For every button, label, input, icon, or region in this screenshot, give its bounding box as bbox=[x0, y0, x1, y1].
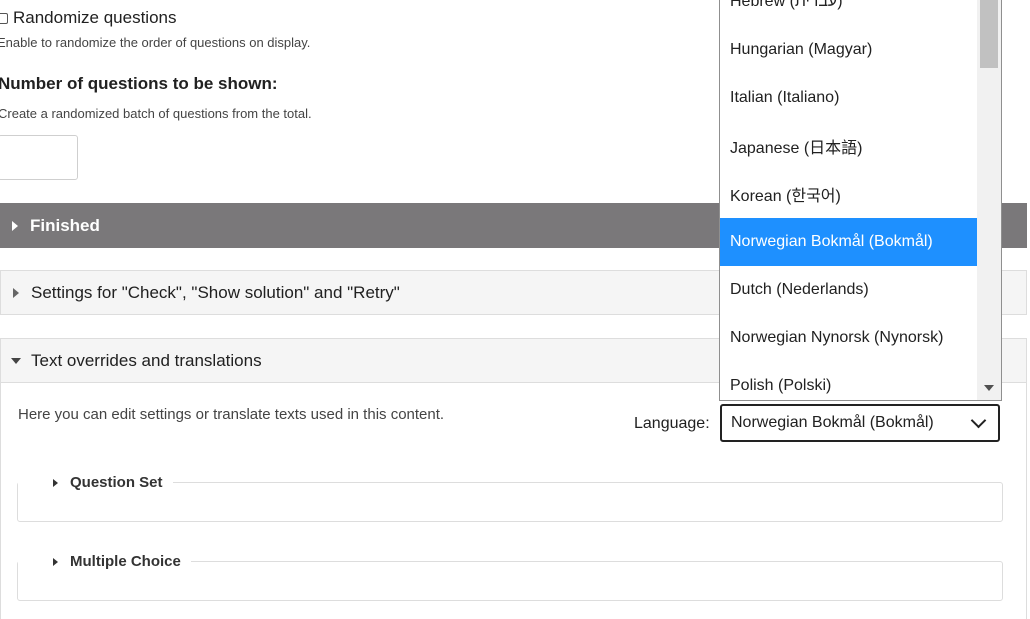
group-check-settings-label: Settings for "Check", "Show solution" an… bbox=[31, 282, 400, 302]
randomize-label: Randomize questions bbox=[13, 8, 177, 27]
subgroup-question-set-legend[interactable]: Question Set bbox=[18, 474, 173, 491]
randomize-row[interactable]: Randomize questions bbox=[0, 8, 176, 28]
num-questions-label: Number of questions to be shown: bbox=[0, 74, 278, 93]
group-finished-label: Finished bbox=[30, 215, 100, 235]
language-option[interactable]: Italian (Italiano) bbox=[720, 74, 977, 122]
language-option[interactable]: Japanese (日本語) bbox=[720, 122, 977, 170]
language-select[interactable]: Norwegian Bokmål (Bokmål) bbox=[720, 404, 1000, 442]
language-label: Language: bbox=[634, 415, 710, 432]
language-option[interactable]: Polish (Polski) bbox=[720, 362, 977, 400]
subgroup-multiple-choice-legend[interactable]: Multiple Choice bbox=[18, 553, 191, 570]
randomize-description: Enable to randomize the order of questio… bbox=[0, 35, 311, 50]
language-dropdown-list[interactable]: Hebrew (עברית) Hungarian (Magyar) Italian … bbox=[719, 0, 1002, 401]
subgroup-multiple-choice-label: Multiple Choice bbox=[70, 553, 181, 570]
group-text-overrides-label: Text overrides and translations bbox=[31, 350, 262, 370]
subgroup-question-set-label: Question Set bbox=[70, 474, 163, 491]
num-questions-input[interactable] bbox=[0, 135, 78, 180]
expand-icon bbox=[1, 287, 31, 298]
scroll-down-arrow-icon[interactable] bbox=[984, 385, 994, 391]
scrollbar-thumb[interactable] bbox=[980, 0, 998, 68]
language-option[interactable]: Hebrew (עברית) bbox=[720, 0, 977, 26]
expand-icon bbox=[0, 220, 30, 231]
overrides-help-text: Here you can edit settings or translate … bbox=[18, 406, 445, 423]
randomize-checkbox[interactable] bbox=[0, 12, 8, 24]
language-option[interactable]: Hungarian (Magyar) bbox=[720, 26, 977, 74]
expand-icon bbox=[53, 478, 58, 487]
language-select-value: Norwegian Bokmål (Bokmål) bbox=[731, 414, 934, 431]
num-questions-description: Create a randomized batch of questions f… bbox=[0, 106, 312, 121]
chevron-down-icon bbox=[970, 412, 987, 429]
dropdown-scrollbar[interactable] bbox=[977, 0, 1001, 400]
collapse-icon bbox=[1, 357, 31, 364]
language-option[interactable]: Norwegian Nynorsk (Nynorsk) bbox=[720, 314, 977, 362]
language-options: Hebrew (עברית) Hungarian (Magyar) Italian … bbox=[720, 0, 977, 400]
language-option[interactable]: Korean (한국어) bbox=[720, 170, 977, 218]
language-option[interactable]: Norwegian Bokmål (Bokmål) bbox=[720, 218, 977, 266]
language-option[interactable]: Dutch (Nederlands) bbox=[720, 266, 977, 314]
expand-icon bbox=[53, 557, 58, 566]
